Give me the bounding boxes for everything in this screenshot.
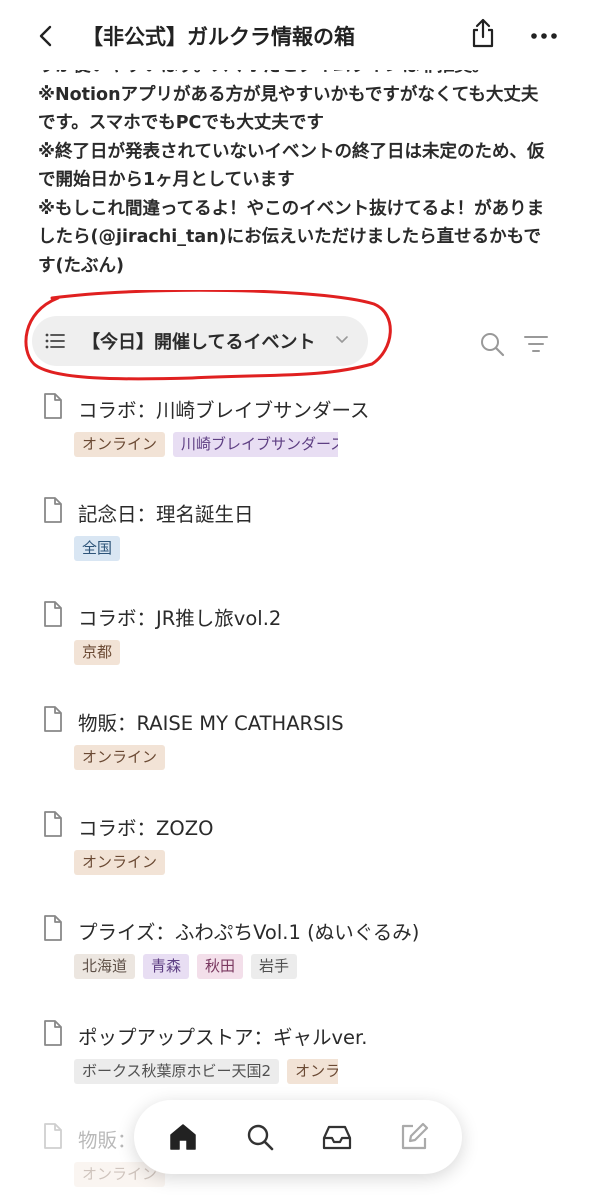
description-line: す(たぶん) xyxy=(38,255,124,276)
page-icon xyxy=(44,1020,62,1046)
page-icon xyxy=(44,497,62,523)
description-line: ※もしこれ間違ってるよ！やこのイベント抜けてるよ！がありま xyxy=(38,198,545,219)
nav-home-button[interactable] xyxy=(162,1116,204,1158)
tag: オンライン xyxy=(74,745,166,770)
list-item[interactable]: 物販：RAISE MY CATHARSIS オンライン xyxy=(40,705,560,795)
more-horizontal-icon xyxy=(531,33,557,39)
tag-list: オンライン xyxy=(74,745,338,771)
item-title: コラボ：JR推し旅vol.2 xyxy=(78,607,282,630)
tag: オンライン xyxy=(74,432,166,457)
description-text: りが使いやすいはず。スマホだとタイムラインは非推奨。 ※Notionアプリがある… xyxy=(38,52,568,280)
home-icon xyxy=(169,1124,196,1150)
share-icon xyxy=(472,18,494,48)
list-item[interactable]: 記念日：理名誕生日 全国 xyxy=(40,496,560,586)
description-line: で開始日から1ヶ月としています xyxy=(38,170,295,190)
item-title: コラボ：川崎ブレイブサンダース xyxy=(78,399,370,422)
back-button[interactable] xyxy=(30,18,62,54)
description-line: したら(@jirachi_tan)にお伝えいただけましたら直せるかもで xyxy=(38,227,541,247)
tag: 京都 xyxy=(74,640,121,665)
top-bar: 【非公式】ガルクラ情報の箱 xyxy=(0,0,591,70)
page-icon xyxy=(44,706,62,732)
bottom-nav xyxy=(134,1100,462,1174)
tag: オンライン xyxy=(74,850,166,875)
item-title: ポップアップストア：ギャルver. xyxy=(78,1026,368,1049)
tag: 秋田 xyxy=(197,954,244,979)
tag-list: 北海道 青森 秋田 岩手 xyxy=(74,954,338,980)
page-title: 【非公式】ガルクラ情報の箱 xyxy=(82,25,355,49)
search-button[interactable] xyxy=(478,330,506,358)
page-icon xyxy=(44,601,62,627)
search-icon xyxy=(247,1124,273,1151)
page-icon xyxy=(44,915,62,941)
page-icon xyxy=(44,1123,62,1149)
tag: オンライン xyxy=(287,1059,338,1084)
compose-icon xyxy=(401,1122,428,1150)
tag: 北海道 xyxy=(74,954,136,979)
description-line: ※Notionアプリがある方が見やすいかもですがなくても大丈夫 xyxy=(38,84,539,105)
share-button[interactable] xyxy=(466,15,500,51)
tag-list: 全国 xyxy=(74,536,338,562)
list-item[interactable]: プライズ：ふわぷちVol.1 (ぬいぐるみ) 北海道 青森 秋田 岩手 xyxy=(40,914,560,1004)
nav-compose-button[interactable] xyxy=(393,1116,435,1158)
description-line: ※終了日が発表されていないイベントの終了日は未定のため、仮 xyxy=(38,141,545,162)
item-title: 記念日：理名誕生日 xyxy=(78,503,254,526)
tag: 岩手 xyxy=(251,954,298,979)
filter-button[interactable] xyxy=(522,330,550,358)
tag: 川崎ブレイブサンダース xyxy=(173,432,338,457)
item-title: コラボ：ZOZO xyxy=(78,817,214,840)
view-selector[interactable]: 【今日】開催してるイベント xyxy=(32,316,368,366)
chevron-left-icon xyxy=(39,25,52,47)
item-title: プライズ：ふわぷちVol.1 (ぬいぐるみ) xyxy=(78,921,420,944)
page-icon xyxy=(44,811,62,837)
filter-icon xyxy=(524,336,548,352)
item-title: 物販： xyxy=(78,1129,137,1152)
list-icon xyxy=(45,333,65,349)
list-item[interactable]: ポップアップストア：ギャルver. ボークス秋葉原ホビー天国2 オンライン xyxy=(40,1019,560,1109)
more-button[interactable] xyxy=(526,18,562,54)
chevron-down-icon xyxy=(336,336,348,343)
tag-list: 京都 xyxy=(74,640,338,666)
tag-list: ボークス秋葉原ホビー天国2 オンライン xyxy=(74,1059,338,1085)
tag: 青森 xyxy=(143,954,190,979)
list-item[interactable]: コラボ：川崎ブレイブサンダース オンライン 川崎ブレイブサンダース xyxy=(40,392,560,482)
list-item[interactable]: コラボ：JR推し旅vol.2 京都 xyxy=(40,600,560,690)
nav-search-button[interactable] xyxy=(239,1116,281,1158)
tag: 全国 xyxy=(74,536,121,561)
tag-list: オンライン xyxy=(74,850,338,876)
item-title: 物販：RAISE MY CATHARSIS xyxy=(78,712,344,735)
page-icon xyxy=(44,393,62,419)
description-line: です。スマホでもPCでも大丈夫です xyxy=(38,113,324,133)
inbox-icon xyxy=(322,1125,351,1150)
tag-list: オンライン 川崎ブレイブサンダース xyxy=(74,432,338,458)
search-icon xyxy=(481,333,505,357)
list-item[interactable]: コラボ：ZOZO オンライン xyxy=(40,810,560,900)
view-label: 【今日】開催してるイベント xyxy=(82,332,316,353)
nav-inbox-button[interactable] xyxy=(316,1116,358,1158)
tag: ボークス秋葉原ホビー天国2 xyxy=(74,1059,280,1084)
